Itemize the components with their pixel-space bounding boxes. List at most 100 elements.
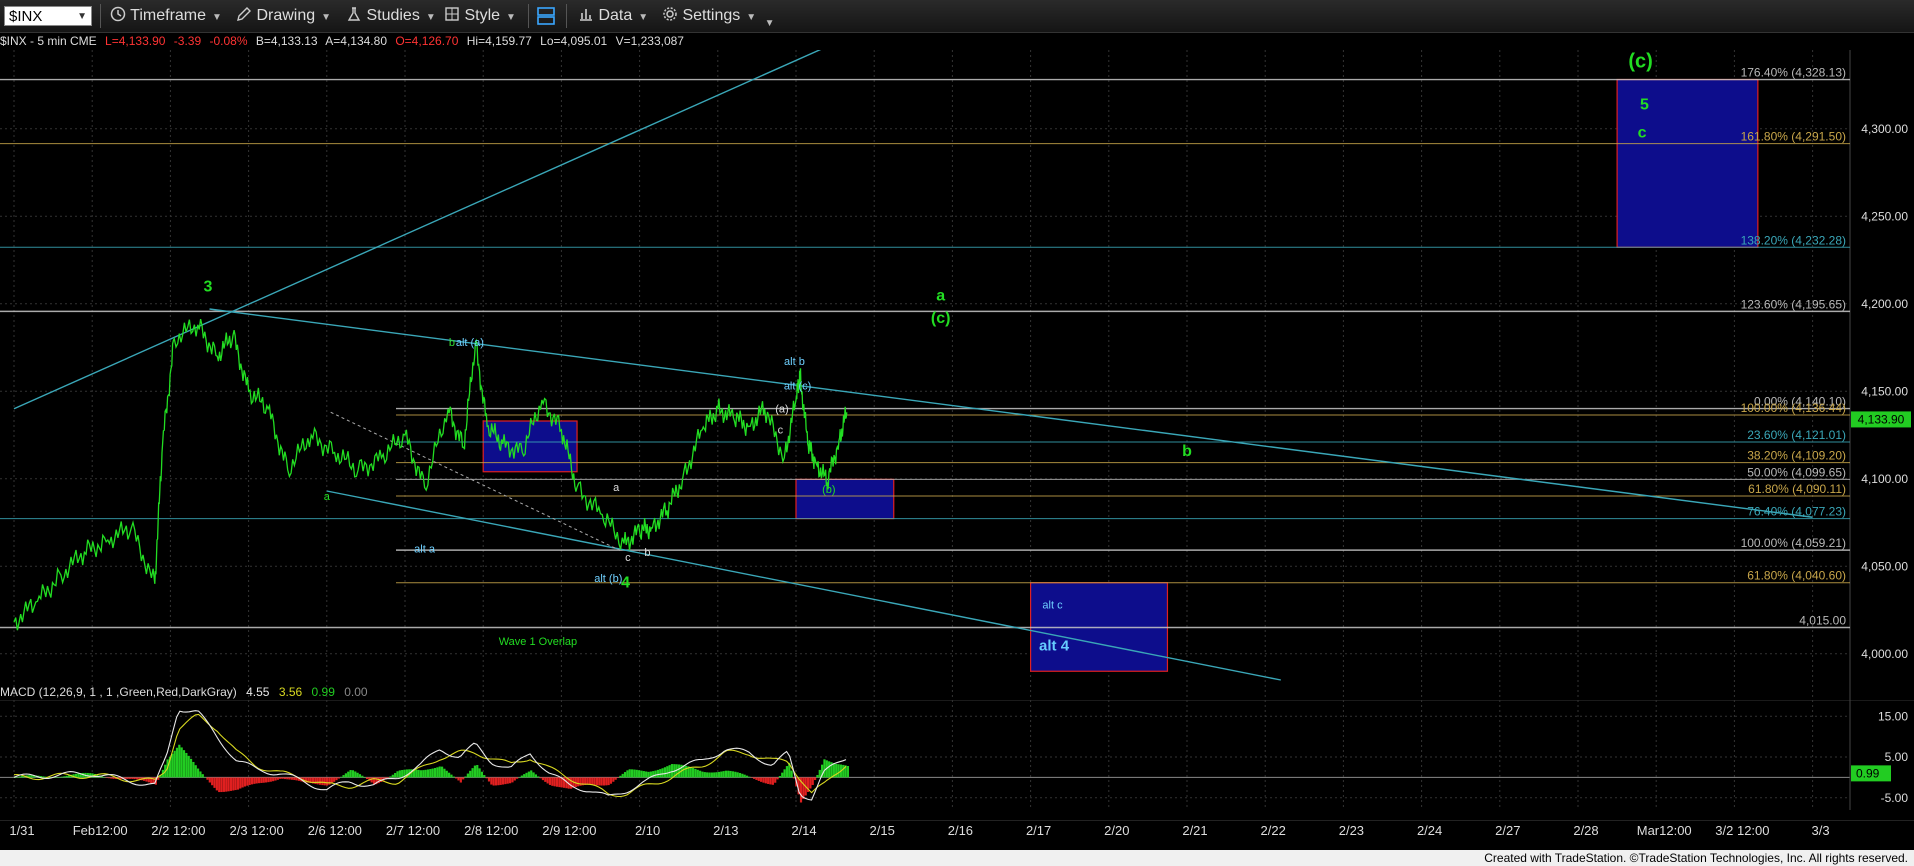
data-label: Data [598,7,633,24]
macd-histogram-bar [394,773,397,778]
macd-histogram-bar [466,773,469,778]
flask-icon [347,7,361,21]
macd-histogram-bar [677,764,681,778]
style-menu[interactable]: Style ▼ [444,6,516,26]
macd-histogram-bar [260,777,263,783]
macd-histogram-bar [192,761,195,778]
macd-histogram-bar [173,750,176,778]
macd-histogram-bar [527,771,530,778]
macd-chart[interactable]: 15.00 5.00 -5.000.99 [0,700,1914,810]
macd-histogram-bar [323,777,326,786]
macd-histogram-bar [736,772,739,778]
wave-label: b [644,547,650,559]
layout-button[interactable] [536,6,556,26]
macd-histogram-bar [440,766,444,778]
fib-level-label: 100.00% (4,059.21) [1741,536,1846,550]
macd-histogram-bar [745,775,749,778]
macd-histogram-bar [462,777,465,780]
macd-histogram-bar [694,768,697,778]
fib-level-label: 23.60% (4,121.01) [1747,428,1846,442]
macd-histogram-bar [783,769,786,778]
macd-histogram-bar [189,758,193,778]
macd-histogram-bar [654,770,657,778]
macd-histogram-bar [42,776,45,778]
studies-menu[interactable]: Studies ▼ [346,6,436,26]
macd-histogram-bar [333,777,336,782]
macd-histogram-bar [133,777,136,780]
x-tick-label: 2/27 [1495,823,1520,838]
macd-histogram-bar [485,777,488,779]
y-tick-label: 4,050.00 [1861,559,1908,573]
fib-level-label: 50.00% (4,099.65) [1747,465,1846,479]
macd-histogram-bar [448,772,451,778]
macd-histogram-bar [598,777,601,786]
volume-readout: V=1,233,087 [615,34,684,48]
gear-icon [663,7,677,21]
macd-histogram-bar [842,764,845,778]
macd-line [13,710,847,801]
data-menu[interactable]: Data ▼ [578,6,648,26]
bid-readout: B=4,133.13 [255,34,318,48]
macd-histogram-bar [187,755,190,778]
macd-histogram-bar [206,777,209,780]
macd-histogram-bar [391,774,394,778]
style-icon [445,7,459,21]
macd-histogram-bar [262,777,265,783]
macd-histogram-bar [755,777,758,780]
macd-histogram-bar [220,777,223,793]
macd-histogram-bar [501,777,505,785]
y-tick-label: 4,000.00 [1861,647,1908,661]
macd-histogram-bar [328,777,331,785]
macd-histogram-bar [638,770,641,778]
macd-histogram-bar [642,771,645,778]
signal-line [13,713,847,798]
macd-histogram-bar [131,777,134,779]
macd-histogram-bar [684,765,688,778]
macd-histogram-bar [248,777,251,785]
macd-histogram-bar [335,777,338,781]
drawing-menu[interactable]: Drawing ▼ [236,6,331,26]
chevron-down-icon: ▼ [321,12,332,23]
timeframe-menu[interactable]: Timeframe ▼ [110,6,222,26]
macd-histogram-bar [593,777,596,785]
macd-histogram-bar [478,768,481,778]
macd-histogram-bar [570,777,573,789]
upper-channel-trendline [13,50,822,410]
macd-histogram-bar [513,777,516,781]
macd-histogram-bar [558,777,561,788]
price-chart[interactable]: 4,300.00 4,250.00 4,200.00 4,150.00 4,100.00… [0,50,1914,700]
settings-menu[interactable]: Settings ▼ ▼ [662,6,775,29]
macd-histogram-bar [727,770,730,778]
macd-histogram-bar [544,777,547,782]
macd-histogram-bar [771,777,774,785]
macd-histogram-bar [551,777,554,786]
wave-label: alt (b) [594,573,622,585]
macd-histogram-bar [218,777,221,793]
macd-histogram-bar [809,777,812,789]
y-tick-label: -5.00 [1881,791,1909,805]
symbol-input[interactable]: $INX ▼ [4,6,92,26]
macd-histogram-bar [135,777,139,780]
macd-histogram-bar [776,777,779,780]
macd-histogram-bar [588,777,591,785]
macd-histogram-bar [344,773,347,778]
macd-histogram-bar [196,768,200,778]
macd-histogram-bar [445,770,448,778]
macd-histogram-bar [103,777,106,778]
style-label: Style [464,7,501,24]
macd-histogram-bar [504,777,507,785]
macd-histogram-bar [691,767,695,778]
x-axis: 1/31 Feb12:00 2/2 12:00 2/3 12:00 2/6 12:00 2… [0,820,1914,838]
macd-histogram-bar [77,773,80,778]
wave-label: 3 [203,279,212,296]
macd-histogram-bar [640,770,643,778]
y-tick-label: 15.00 [1878,709,1908,723]
fib-level-label: 138.20% (4,232.28) [1741,233,1846,247]
macd-histogram-bar [605,777,608,786]
fib-level-label: 76.40% (4,077.23) [1747,505,1846,519]
fib-level-label: 38.20% (4,109.20) [1747,449,1846,463]
macd-histogram-bar [534,774,538,778]
macd-histogram-bar [668,765,671,778]
change-readout: -3.39 [173,34,202,48]
x-tick-label: 3/2 12:00 [1715,823,1769,838]
